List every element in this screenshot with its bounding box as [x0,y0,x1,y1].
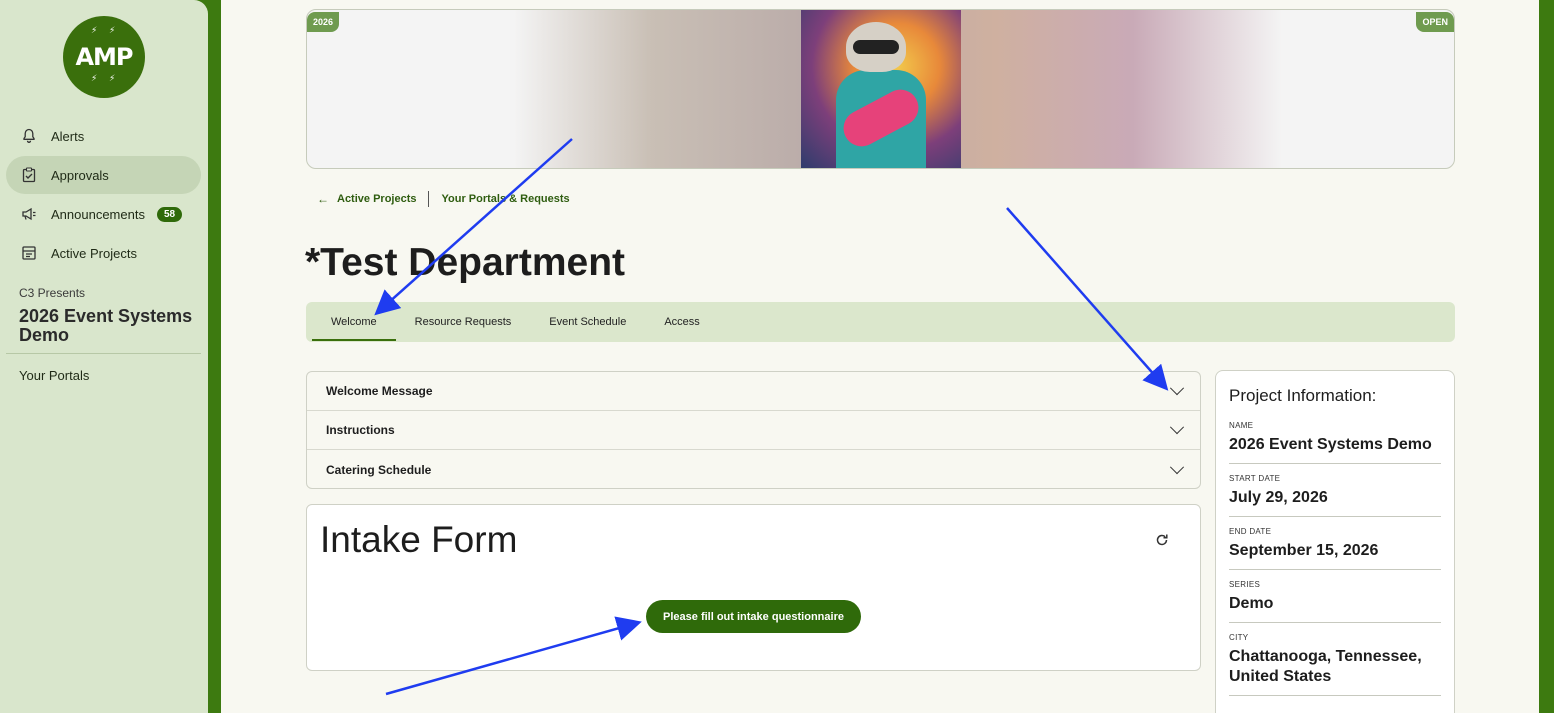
tab-access[interactable]: Access [645,302,718,342]
spark-icon: ⚡ [91,74,97,84]
project-info-start-date: START DATE July 29, 2026 [1229,474,1441,517]
accordion-label: Welcome Message [326,384,433,398]
sidebar-item-label: Active Projects [51,245,137,261]
sidebar-item-active-projects[interactable]: Active Projects [6,234,201,272]
page-title: *Test Department [305,241,626,284]
status-tag: OPEN [1416,12,1454,32]
project-info-series: SERIES Demo [1229,580,1441,623]
tab-resource-requests[interactable]: Resource Requests [396,302,531,342]
spark-icon: ⚡ [109,74,115,84]
clipboard-check-icon [20,166,38,184]
accordion-label: Instructions [326,423,395,437]
sidebar-item-your-portals[interactable]: Your Portals [19,368,89,383]
project-list-icon [20,244,38,262]
artwork-mask [853,40,899,54]
breadcrumb-portals-requests[interactable]: Your Portals & Requests [441,193,569,205]
sidebar-item-label: Alerts [51,128,85,144]
field-value: September 15, 2026 [1229,542,1379,559]
amp-logo[interactable]: ⚡ ⚡ AMP ⚡ ⚡ [63,16,145,98]
field-value: July 29, 2026 [1229,489,1328,506]
main-content: 2026 OPEN ← Active Projects Your Portals… [221,0,1539,713]
breadcrumb: ← Active Projects Your Portals & Request… [317,191,570,207]
arrow-left-icon: ← [317,192,329,206]
accordion-instructions[interactable]: Instructions [307,411,1200,450]
sidebar-item-label: Announcements [51,206,145,222]
tab-event-schedule[interactable]: Event Schedule [530,302,645,342]
field-label: CITY [1229,633,1249,642]
project-banner: 2026 OPEN [306,9,1455,169]
field-label: NAME [1229,421,1254,430]
year-tag: 2026 [307,12,340,32]
chevron-down-icon[interactable] [1169,381,1185,396]
project-information-panel: Project Information: NAME 2026 Event Sys… [1215,370,1455,713]
info-accordion: Welcome Message Instructions Catering Sc… [306,371,1201,489]
breadcrumb-separator [428,191,430,207]
accordion-label: Catering Schedule [326,462,432,477]
sidebar-item-alerts[interactable]: Alerts [6,117,201,155]
megaphone-icon [20,205,38,223]
field-label: END DATE [1229,527,1272,536]
tab-bar: Welcome Resource Requests Event Schedule… [306,302,1455,342]
chevron-down-icon[interactable] [1169,459,1185,474]
sidebar-divider [6,353,201,354]
project-info-heading: Project Information: [1229,386,1377,405]
field-label: SERIES [1229,580,1261,589]
sidebar-project-name: 2026 Event Systems Demo [19,306,193,345]
project-info-end-date: END DATE September 15, 2026 [1229,527,1441,570]
logo-text: AMP [75,43,133,71]
bell-icon [20,127,38,145]
org-name: C3 Presents [19,286,86,300]
field-value: Demo [1229,595,1274,612]
raccoon-guitar-artwork [801,10,961,168]
field-label: START DATE [1229,474,1281,483]
sidebar-item-label: Approvals [51,167,109,183]
intake-questionnaire-button[interactable]: Please fill out intake questionnaire [646,600,861,633]
project-info-city: CITY Chattanooga, Tennessee, United Stat… [1229,633,1441,696]
field-value: Chattanooga, Tennessee, United States [1229,648,1422,685]
sidebar-item-approvals[interactable]: Approvals [6,156,201,194]
breadcrumb-active-projects[interactable]: Active Projects [337,193,416,205]
refresh-icon[interactable] [1155,533,1169,547]
spark-icon: ⚡ [109,26,115,36]
chevron-down-icon[interactable] [1169,420,1185,435]
sidebar-item-announcements[interactable]: Announcements 58 [6,195,201,233]
announcements-count-badge: 58 [156,206,183,222]
accordion-welcome-message[interactable]: Welcome Message [307,372,1200,411]
accordion-catering-schedule[interactable]: Catering Schedule [307,450,1200,489]
intake-form-title: Intake Form [320,519,518,560]
field-value: 2026 Event Systems Demo [1229,436,1432,453]
sidebar: ⚡ ⚡ AMP ⚡ ⚡ Alerts Approvals Announcemen… [0,0,208,713]
project-info-name: NAME 2026 Event Systems Demo [1229,421,1441,464]
tab-welcome[interactable]: Welcome [312,302,396,342]
spark-icon: ⚡ [91,26,97,36]
intake-form-card: Intake Form Please fill out intake quest… [306,504,1201,671]
